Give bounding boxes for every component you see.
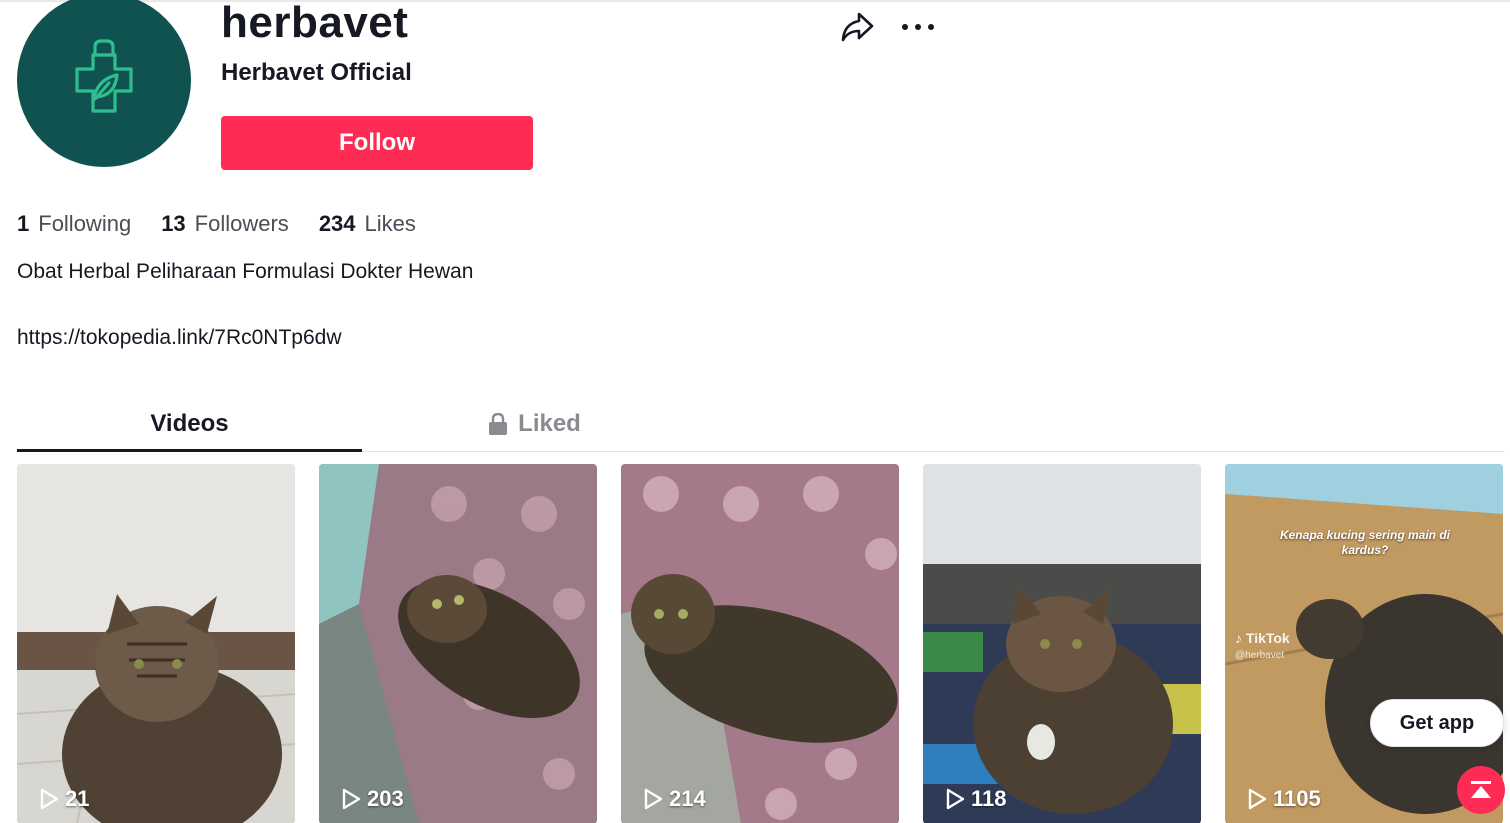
video-card[interactable]: 21 bbox=[17, 464, 295, 823]
stat-count: 1 bbox=[17, 211, 30, 236]
watermark-handle: @herbavet bbox=[1235, 650, 1285, 661]
username: herbavet bbox=[221, 0, 409, 47]
display-name: Herbavet Official bbox=[221, 59, 412, 86]
herbavet-logo-icon bbox=[75, 39, 133, 113]
scroll-to-top-button[interactable] bbox=[1457, 766, 1505, 814]
avatar[interactable] bbox=[17, 0, 191, 167]
tab-label: Videos bbox=[150, 409, 229, 437]
video-card[interactable]: Kenapa kucing sering main di kardus? ♪ T… bbox=[1225, 464, 1503, 823]
play-icon bbox=[40, 788, 59, 810]
stat-following[interactable]: 1 Following bbox=[17, 208, 131, 240]
get-app-button[interactable]: Get app bbox=[1370, 699, 1504, 747]
video-thumbnail bbox=[923, 464, 1201, 823]
stat-count: 13 bbox=[161, 211, 186, 236]
video-caption: Kenapa kucing sering main di kardus? bbox=[1279, 528, 1451, 557]
follow-button[interactable]: Follow bbox=[221, 116, 533, 170]
play-icon bbox=[946, 788, 965, 810]
profile-tabs: Videos Liked bbox=[17, 396, 1505, 452]
view-count-value: 214 bbox=[669, 786, 706, 811]
share-icon[interactable] bbox=[838, 8, 876, 46]
video-card[interactable]: 203 bbox=[319, 464, 597, 823]
play-icon bbox=[1248, 788, 1267, 810]
arrow-up-icon bbox=[1471, 781, 1491, 798]
play-icon bbox=[644, 788, 663, 810]
bio-text: Obat Herbal Peliharaan Formulasi Dokter … bbox=[17, 260, 474, 283]
video-card[interactable]: 118 bbox=[923, 464, 1201, 823]
tab-active-indicator bbox=[17, 449, 362, 452]
view-count: 203 bbox=[341, 786, 404, 812]
stat-label: Following bbox=[38, 211, 132, 236]
view-count: 118 bbox=[945, 786, 1007, 812]
stat-label: Likes bbox=[364, 211, 416, 236]
watermark-label: TikTok bbox=[1245, 630, 1290, 646]
tab-label: Liked bbox=[518, 409, 581, 437]
stat-label: Followers bbox=[194, 211, 289, 236]
tab-videos[interactable]: Videos bbox=[17, 396, 362, 451]
play-icon bbox=[342, 788, 361, 810]
profile-stats: 1 Following 13 Followers 234 Likes bbox=[17, 208, 416, 240]
stat-count: 234 bbox=[318, 211, 356, 236]
view-count: 21 bbox=[39, 786, 89, 812]
video-thumbnail bbox=[621, 464, 899, 823]
bio-link[interactable]: https://tokopedia.link/7Rc0NTp6dw bbox=[17, 324, 342, 352]
view-count-value: 118 bbox=[971, 786, 1007, 811]
lock-icon bbox=[489, 412, 508, 435]
video-card[interactable]: 214 bbox=[621, 464, 899, 823]
video-grid: 21 203 214 118 Kenapa kucing sering main… bbox=[17, 464, 1503, 823]
view-count-value: 203 bbox=[367, 786, 404, 811]
video-thumbnail bbox=[17, 464, 295, 823]
video-thumbnail bbox=[319, 464, 597, 823]
view-count-value: 21 bbox=[65, 786, 90, 811]
view-count-value: 1105 bbox=[1273, 786, 1321, 811]
stat-likes: 234 Likes bbox=[319, 208, 416, 240]
tab-liked[interactable]: Liked bbox=[362, 396, 707, 451]
stat-followers[interactable]: 13 Followers bbox=[161, 208, 289, 240]
view-count: 1105 bbox=[1247, 786, 1321, 812]
tiktok-watermark: ♪ TikTok bbox=[1235, 630, 1290, 646]
more-icon[interactable] bbox=[898, 12, 938, 42]
view-count: 214 bbox=[643, 786, 706, 812]
